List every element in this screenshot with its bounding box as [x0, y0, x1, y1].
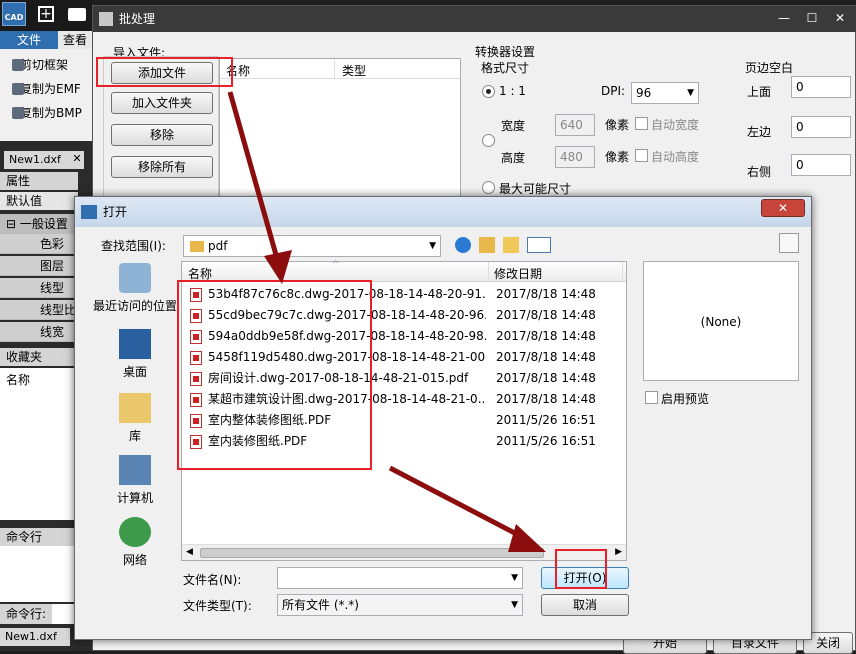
arrowhead-icon	[508, 524, 546, 552]
arrow-to-file-list	[227, 91, 281, 263]
arrowhead-icon	[264, 250, 292, 284]
arrow-to-open-button	[388, 465, 530, 543]
annotation-arrows	[227, 91, 546, 552]
